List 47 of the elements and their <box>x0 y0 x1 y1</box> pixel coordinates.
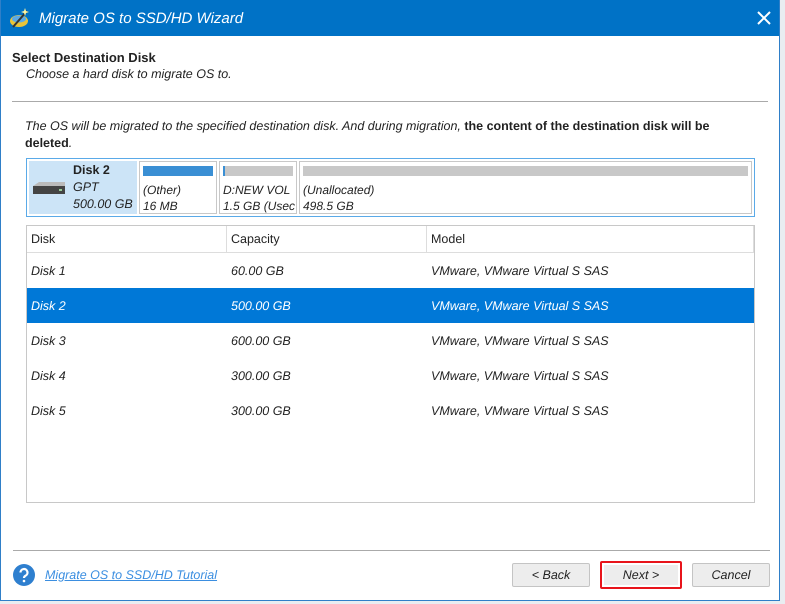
column-header[interactable]: Model <box>427 226 754 252</box>
table-row[interactable]: Disk 1 60.00 GB VMware, VMware Virtual S SAS <box>27 253 754 288</box>
table-cell-text: 600.00 GB <box>230 334 292 348</box>
close-icon[interactable] <box>757 11 771 25</box>
table-cell-text: Disk 4 <box>30 368 67 382</box>
table-row[interactable]: Disk 4 300.00 GB VMware, VMware Virtual S SAS <box>27 358 754 393</box>
table-cell-text: 300.00 GB <box>230 404 292 418</box>
disk-size: 500.00 GB <box>73 196 133 213</box>
table-row[interactable]: Disk 3 600.00 GB VMware, VMware Virtual S SAS <box>27 323 754 358</box>
table-cell-text: VMware, VMware Virtual S SAS <box>430 368 610 382</box>
disk-card[interactable]: Disk 2 GPT 500.00 GB <box>29 161 137 214</box>
partition-label: D:NEW VOL <box>223 182 292 198</box>
step-subtitle: Choose a hard disk to migrate OS to. <box>26 67 233 81</box>
column-header[interactable]: Disk <box>27 226 227 252</box>
partition-block[interactable]: (Unallocated) 498.5 GB <box>299 161 752 214</box>
table-cell-text: Disk 2 <box>30 298 67 312</box>
partition-label: (Unallocated) <box>303 182 376 198</box>
wizard-button[interactable]: Next > <box>600 561 682 589</box>
partition-block[interactable]: D:NEW VOL 1.5 GB (Usec <box>219 161 297 214</box>
table-row[interactable]: Disk 2 500.00 GB VMware, VMware Virtual S SAS <box>27 288 754 323</box>
partition-size: 498.5 GB <box>303 198 355 213</box>
table-cell-text: VMware, VMware Virtual S SAS <box>430 264 610 278</box>
table-cell-text: 300.00 GB <box>230 368 292 382</box>
wizard-button[interactable]: < Back <box>512 563 590 587</box>
warning-text: The OS will be migrated to the specified destination disk. And during migration, the content of the destination disk will be deleted. <box>25 118 711 152</box>
table-cell-text: VMware, VMware Virtual S SAS <box>430 404 610 418</box>
table-cell-text: VMware, VMware Virtual S SAS <box>430 298 610 312</box>
table-cell-text: VMware, VMware Virtual S SAS <box>430 334 610 348</box>
table-cell-text: 60.00 GB <box>230 264 285 278</box>
step-title: Select Destination Disk <box>12 50 157 65</box>
table-cell-text: 500.00 GB <box>230 298 292 312</box>
table-cell-text: Disk 5 <box>30 404 67 418</box>
partition-style: GPT <box>73 179 100 196</box>
wizard-wand-icon <box>9 7 31 29</box>
help-icon[interactable] <box>13 564 35 586</box>
wizard-button[interactable]: Cancel <box>692 563 770 587</box>
partition-label: (Other) <box>143 182 182 198</box>
window-title: Migrate OS to SSD/HD Wizard <box>39 10 244 26</box>
partition-size: 1.5 GB (Usec <box>223 198 293 213</box>
table-cell-text: Disk 3 <box>30 334 67 348</box>
table-row[interactable]: Disk 5 300.00 GB VMware, VMware Virtual S SAS <box>27 393 754 428</box>
hard-disk-icon <box>33 182 65 194</box>
partition-block[interactable]: (Other) 16 MB <box>139 161 217 214</box>
partition-size: 16 MB <box>143 198 179 213</box>
table-cell-text: Disk 1 <box>30 264 67 278</box>
disk-name: Disk 2 <box>73 162 111 179</box>
column-header[interactable]: Capacity <box>227 226 427 252</box>
